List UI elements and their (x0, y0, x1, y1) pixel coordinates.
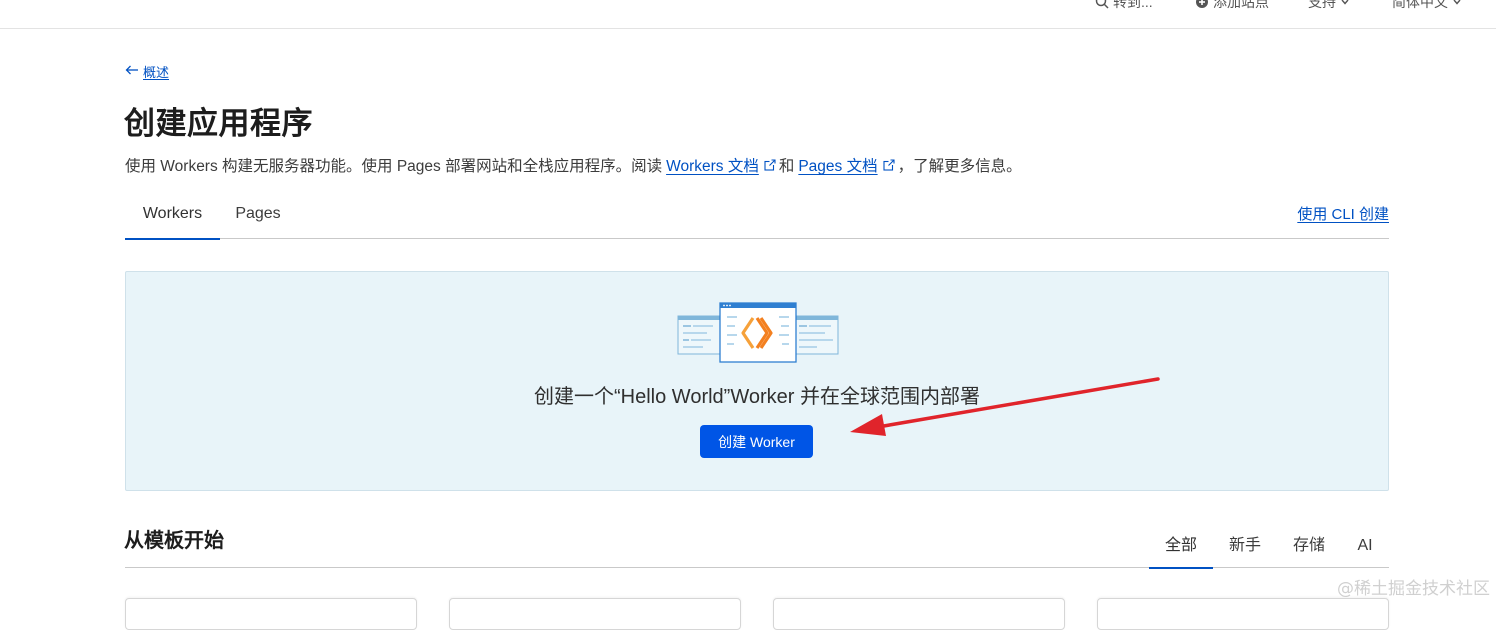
page-title: 创建应用程序 (124, 106, 313, 141)
language-label: 简体中文 (1392, 0, 1448, 10)
chevron-down-icon (1340, 0, 1350, 7)
language-menu[interactable]: 简体中文 (1392, 0, 1462, 12)
page-description: 使用 Workers 构建无服务器功能。使用 Pages 部署网站和全栈应用程序… (125, 154, 1022, 176)
support-menu[interactable]: 支持 (1308, 0, 1350, 12)
breadcrumb-back-link[interactable]: 概述 (125, 62, 169, 81)
workers-illustration (677, 302, 839, 369)
hello-world-panel: 创建一个“Hello World”Worker 并在全球范围内部署 创建 Wor… (125, 271, 1389, 491)
support-label: 支持 (1308, 0, 1336, 10)
description-suffix: ，了解更多信息。 (897, 158, 1022, 175)
external-link-icon (883, 159, 895, 171)
create-with-cli-link[interactable]: 使用 CLI 创建 (1297, 203, 1389, 224)
template-filter-tabs: 全部 新手 存储 AI (125, 526, 1389, 569)
hero-heading: 创建一个“Hello World”Worker 并在全球范围内部署 (534, 386, 980, 408)
filter-tab-beginner[interactable]: 新手 (1213, 526, 1277, 567)
filter-tab-ai[interactable]: AI (1341, 526, 1389, 567)
search-icon (1095, 0, 1109, 9)
workers-docs-link[interactable]: Workers 文档 (666, 154, 759, 176)
arrow-left-icon (125, 64, 139, 79)
top-bar: 转到... 添加站点 支持 简体中文 (0, 0, 1496, 29)
annotation-arrow-icon (840, 370, 1165, 445)
goto-label: 转到... (1113, 0, 1153, 10)
breadcrumb-label: 概述 (143, 65, 170, 80)
plus-circle-icon (1195, 0, 1209, 9)
chevron-down-icon (1452, 0, 1462, 7)
filter-tab-all[interactable]: 全部 (1149, 526, 1213, 569)
goto-search[interactable]: 转到... (1095, 0, 1153, 12)
external-link-icon (764, 159, 776, 171)
add-site-button[interactable]: 添加站点 (1195, 0, 1269, 12)
pages-docs-link[interactable]: Pages 文档 (798, 154, 877, 176)
tab-workers[interactable]: Workers (125, 192, 220, 240)
add-site-label: 添加站点 (1213, 0, 1269, 10)
create-worker-button[interactable]: 创建 Worker (700, 425, 813, 458)
tab-pages[interactable]: Pages (220, 192, 296, 238)
description-text: 使用 Workers 构建无服务器功能。使用 Pages 部署网站和全栈应用程序… (125, 158, 663, 175)
product-tabs: Workers Pages 使用 CLI 创建 (125, 192, 1389, 240)
description-and: 和 (778, 158, 795, 175)
filter-tab-storage[interactable]: 存储 (1277, 526, 1341, 567)
watermark: @稀土掘金技术社区 (1337, 579, 1490, 599)
